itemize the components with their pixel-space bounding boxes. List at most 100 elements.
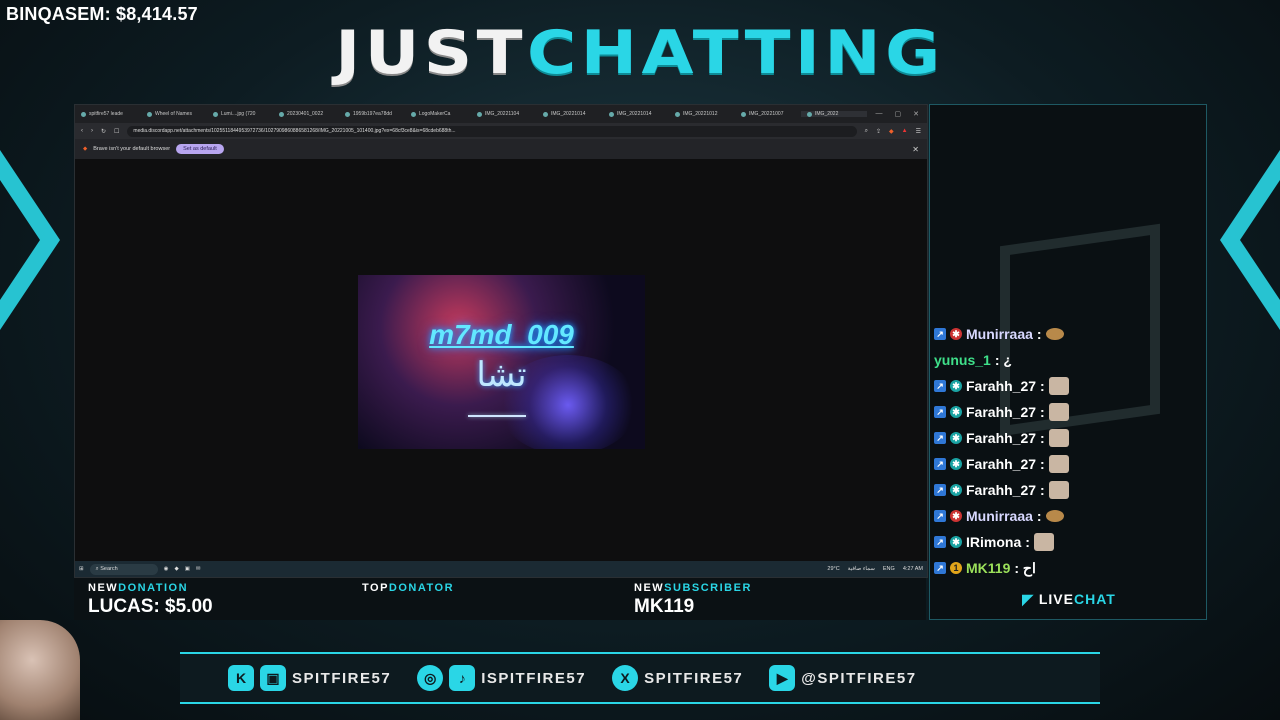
chat-message-text: : bbox=[1040, 482, 1045, 498]
chat-username[interactable]: Munirraaa bbox=[966, 326, 1033, 342]
close-icon[interactable]: ✕ bbox=[913, 110, 919, 118]
alert-strip: NEWDONATION LUCAS: $5.00 TOPDONATOR NEWS… bbox=[74, 578, 926, 620]
tab-label: IMG_20221014 bbox=[617, 111, 652, 117]
browser-tab[interactable]: Lumi....jpg (720 bbox=[207, 111, 273, 117]
x-icon[interactable]: X bbox=[612, 665, 639, 691]
browser-tab[interactable]: 20230401_0022 bbox=[273, 111, 339, 117]
chat-username[interactable]: Farahh_27 bbox=[966, 404, 1036, 420]
kick-icon[interactable]: K bbox=[228, 665, 254, 691]
chat-messages: ↗ ✱ Munirraaa: yunus_1: ¿ ↗ ✱ Farahh_27: ↗ ✱ Fara… bbox=[934, 321, 1202, 581]
taskbar-app-icon[interactable]: ▣ bbox=[185, 566, 190, 572]
browser-tab[interactable]: 1959b197ea78dd bbox=[339, 111, 405, 117]
chat-username[interactable]: IRimona bbox=[966, 534, 1021, 550]
kick-badge-icon: ↗ bbox=[934, 484, 946, 496]
live-chat-chat: CHAT bbox=[1073, 591, 1116, 607]
chat-username[interactable]: Farahh_27 bbox=[966, 482, 1036, 498]
browser-tab[interactable]: IMG_20221012 bbox=[669, 111, 735, 117]
subscriber-badge-icon: ✱ bbox=[950, 328, 962, 340]
tab-favicon-icon bbox=[147, 111, 152, 117]
clock[interactable]: 4:27 AM bbox=[903, 566, 923, 572]
image-username: m7md_009 bbox=[429, 319, 574, 350]
youtube-handle[interactable]: @SPITFIRE57 bbox=[801, 670, 916, 687]
tiktok-icon[interactable]: ♪ bbox=[449, 665, 476, 691]
instagram-tiktok-handle[interactable]: ISPITFIRE57 bbox=[481, 670, 586, 687]
chat-message: ↗ 1 MK119: اح bbox=[934, 555, 1202, 581]
taskbar-app-icon[interactable]: ◉ bbox=[164, 566, 169, 572]
displayed-image: m7md_009 تشا bbox=[358, 275, 645, 449]
social-bar: K ▣ SPITFIRE57 ◎ ♪ ISPITFIRE57 X SPITFIR… bbox=[180, 652, 1100, 704]
tab-label: IMG_2022 bbox=[815, 111, 839, 117]
tab-label: spitfire57 leade bbox=[89, 111, 123, 117]
subscriber-badge-icon: ✱ bbox=[950, 380, 962, 392]
chat-message-text: : bbox=[1040, 404, 1045, 420]
chat-message-text: : bbox=[1036, 508, 1042, 524]
browser-tab[interactable]: LogoMakerCa bbox=[405, 111, 471, 117]
label-donation: DONATION bbox=[118, 582, 189, 594]
zoom-icon[interactable]: ⌕ bbox=[865, 128, 868, 135]
share-icon[interactable]: ⇪ bbox=[876, 128, 881, 135]
tab-favicon-icon bbox=[543, 111, 548, 117]
subscriber-badge-icon: ✱ bbox=[950, 406, 962, 418]
new-subscriber-value: MK119 bbox=[634, 596, 695, 617]
tab-favicon-icon bbox=[477, 111, 482, 117]
chat-username[interactable]: Munirraaa bbox=[966, 508, 1033, 524]
brave-shield-icon[interactable]: ◆ bbox=[889, 128, 894, 135]
infobar-close-icon[interactable]: ✕ bbox=[912, 145, 919, 154]
chat-message: ↗ ✱ IRimona: bbox=[934, 529, 1202, 555]
taskbar-search-label: Search bbox=[100, 565, 118, 572]
chat-emote-icon bbox=[1045, 328, 1064, 340]
kick-badge-icon: ↗ bbox=[934, 536, 946, 548]
youtube-icon[interactable]: ▶ bbox=[769, 665, 796, 691]
tab-favicon-icon bbox=[213, 111, 218, 117]
browser-tab[interactable]: IMG_20221014 bbox=[537, 111, 603, 117]
tab-label: IMG_20221007 bbox=[749, 111, 784, 117]
new-subscriber-label: NEWSUBSCRIBER bbox=[634, 582, 752, 594]
browser-tab[interactable]: IMG_20221007 bbox=[735, 111, 801, 117]
tab-label: IMG_20221014 bbox=[551, 111, 586, 117]
taskbar-app-icon[interactable]: ◆ bbox=[174, 566, 178, 572]
chat-message-text: : bbox=[1040, 378, 1045, 394]
subscriber-badge-icon: ✱ bbox=[950, 536, 962, 548]
new-donation: NEWDONATION LUCAS: $5.00 bbox=[88, 582, 213, 618]
chat-username[interactable]: yunus_1 bbox=[934, 352, 991, 368]
chat-username[interactable]: Farahh_27 bbox=[966, 378, 1036, 394]
maximize-icon[interactable]: ▢ bbox=[895, 110, 902, 118]
browser-tab[interactable]: Wheel of Names bbox=[141, 111, 207, 117]
chat-message: ↗ ✱ Farahh_27: bbox=[934, 451, 1202, 477]
subscriber-badge-icon: ✱ bbox=[950, 510, 962, 522]
chat-message-text: : اح bbox=[1014, 559, 1036, 576]
minimize-icon[interactable]: — bbox=[876, 110, 883, 118]
label-new: NEW bbox=[634, 582, 665, 594]
taskbar-app-icon[interactable]: ✉ bbox=[196, 566, 201, 572]
bookmark-icon[interactable]: ☐ bbox=[114, 128, 119, 135]
chat-username[interactable]: Farahh_27 bbox=[966, 430, 1036, 446]
chat-message: ↗ ✱ Farahh_27: bbox=[934, 399, 1202, 425]
url-field[interactable]: media.discordapp.net/attachments/1025511… bbox=[127, 125, 857, 137]
browser-tab[interactable]: spitfire57 leade bbox=[75, 111, 141, 117]
set-default-button[interactable]: Set as default bbox=[176, 144, 224, 154]
rewards-icon[interactable]: ▲ bbox=[902, 128, 908, 134]
browser-tab[interactable]: IMG_20221104 bbox=[471, 111, 537, 117]
taskbar-search[interactable]: ⌕ Search bbox=[89, 563, 158, 575]
language-indicator[interactable]: ENG bbox=[883, 566, 895, 572]
twitch-icon[interactable]: ▣ bbox=[260, 665, 286, 691]
chat-username[interactable]: MK119 bbox=[966, 560, 1010, 576]
weather-temp[interactable]: 29°C bbox=[827, 566, 839, 572]
kick-badge-icon: ↗ bbox=[934, 562, 946, 574]
windows-start-icon[interactable]: ⊞ bbox=[79, 566, 84, 572]
extensions-icon[interactable]: ☰ bbox=[916, 128, 921, 135]
x-handle[interactable]: SPITFIRE57 bbox=[644, 670, 743, 687]
kick-twitch-handle[interactable]: SPITFIRE57 bbox=[292, 670, 391, 687]
forward-icon[interactable]: › bbox=[91, 128, 93, 134]
browser-tab[interactable]: IMG_2022 bbox=[801, 111, 867, 117]
back-icon[interactable]: ‹ bbox=[81, 128, 83, 134]
reload-icon[interactable]: ↻ bbox=[101, 128, 106, 135]
top-donator-label: TOPDONATOR bbox=[362, 582, 454, 594]
tab-label: LogoMakerCa bbox=[419, 111, 451, 117]
title-just: JUST bbox=[335, 18, 527, 88]
chat-message: ↗ ✱ Munirraaa: bbox=[934, 321, 1202, 347]
browser-tab[interactable]: IMG_20221014 bbox=[603, 111, 669, 117]
chat-username[interactable]: Farahh_27 bbox=[966, 456, 1036, 472]
chat-emote-icon bbox=[1045, 510, 1064, 522]
instagram-icon[interactable]: ◎ bbox=[417, 665, 444, 691]
